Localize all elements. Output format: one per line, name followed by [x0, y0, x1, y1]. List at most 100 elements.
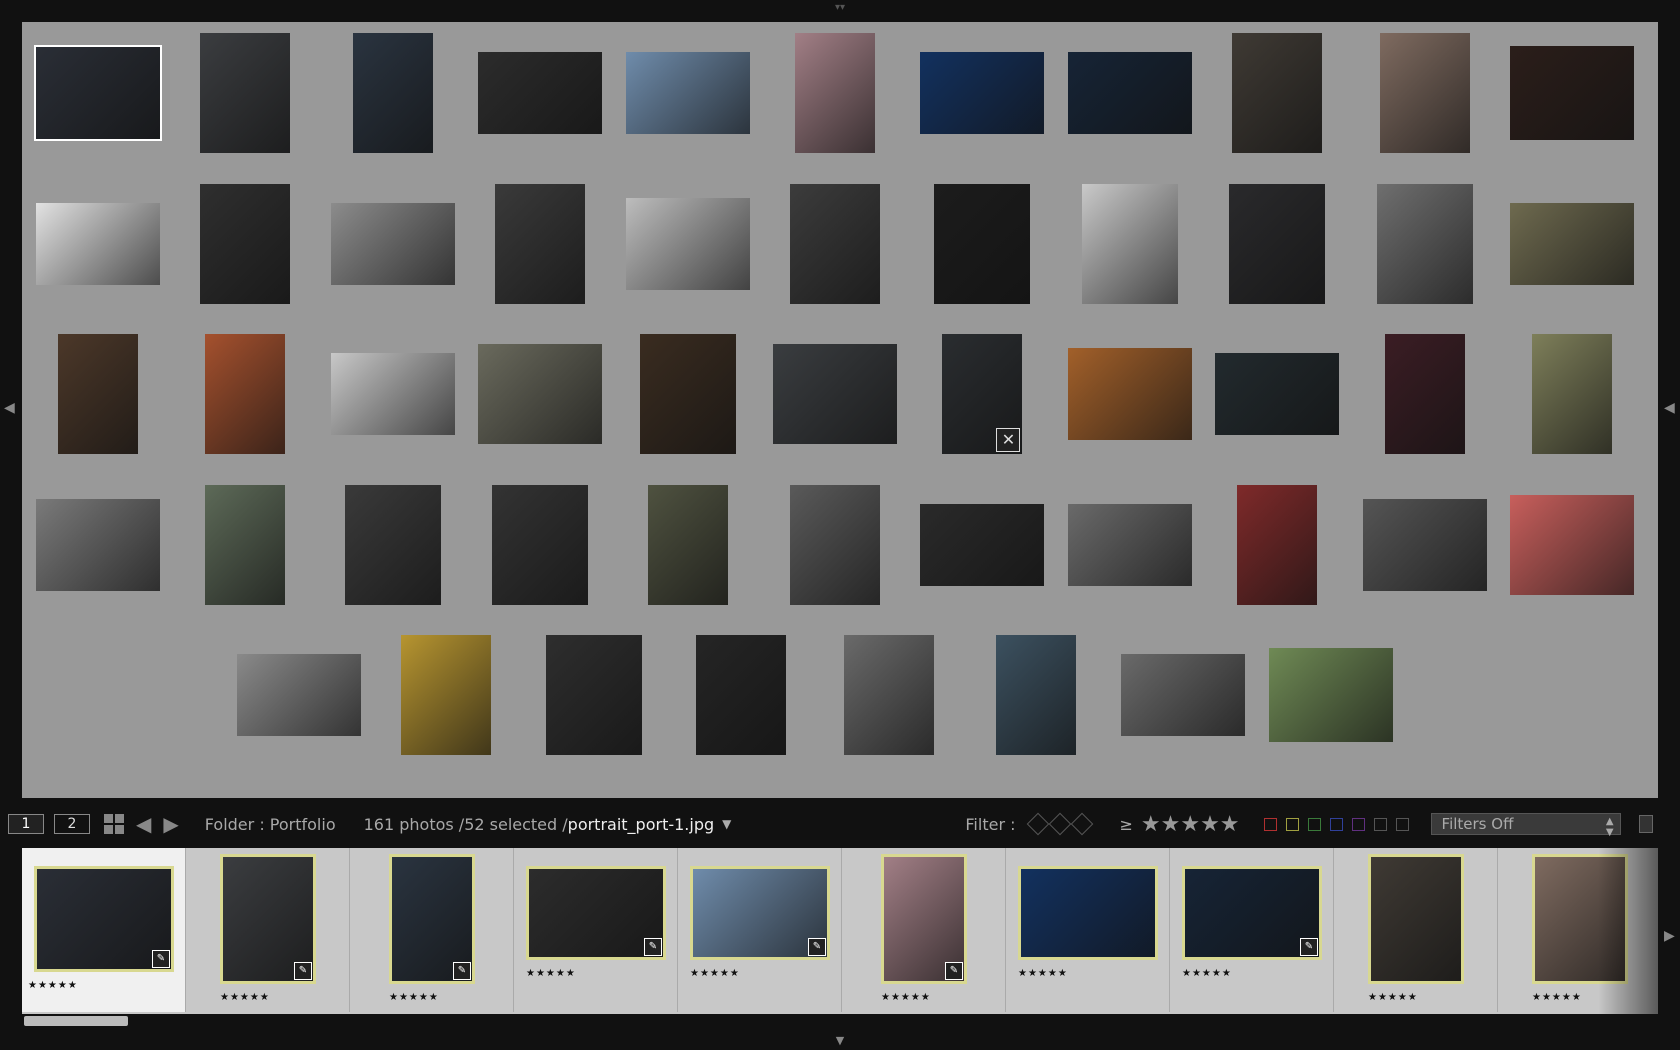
color-blue-icon[interactable] — [1329, 817, 1343, 831]
grid-cell[interactable] — [25, 329, 171, 459]
reject-flag-icon[interactable]: ✕ — [996, 428, 1021, 452]
folder-label[interactable]: Folder : Portfolio — [205, 815, 336, 834]
photo-thumbnail[interactable] — [625, 52, 750, 134]
grid-cell[interactable] — [1258, 630, 1404, 760]
grid-cell[interactable] — [615, 329, 761, 459]
grid-cell[interactable] — [1499, 28, 1645, 158]
grid-cell[interactable] — [1204, 329, 1350, 459]
photo-thumbnail[interactable] — [795, 33, 875, 153]
photo-thumbnail[interactable] — [1237, 485, 1318, 605]
panel-toggle-top-icon[interactable]: ▾▾ — [832, 2, 848, 16]
grid-cell[interactable] — [320, 480, 466, 610]
filmstrip-item[interactable]: ✎ ★★★★★ — [186, 848, 350, 1012]
filmstrip-thumbnail[interactable] — [1018, 866, 1158, 960]
photo-thumbnail[interactable] — [843, 635, 934, 755]
photo-thumbnail[interactable] — [1121, 654, 1246, 736]
filmstrip-item[interactable]: ★★★★★ — [1334, 848, 1498, 1012]
photo-thumbnail[interactable] — [790, 485, 880, 605]
grid-cell[interactable] — [172, 329, 318, 459]
photo-thumbnail[interactable] — [1081, 184, 1178, 304]
photo-thumbnail[interactable] — [1532, 334, 1612, 454]
grid-cell[interactable] — [1204, 480, 1350, 610]
photo-thumbnail[interactable] — [200, 184, 291, 304]
filmstrip-item[interactable]: ★★★★★ — [1006, 848, 1170, 1012]
color-red-icon[interactable] — [1263, 817, 1277, 831]
grid-cell[interactable] — [1057, 28, 1203, 158]
file-menu-caret-icon[interactable]: ▼ — [722, 817, 731, 831]
photo-thumbnail[interactable] — [200, 33, 291, 153]
photo-thumbnail[interactable] — [1229, 184, 1326, 304]
color-none-icon[interactable] — [1373, 817, 1387, 831]
photo-thumbnail[interactable] — [920, 52, 1045, 134]
grid-cell[interactable]: ✕ — [909, 329, 1055, 459]
panel-toggle-left-icon[interactable]: ◀ — [4, 400, 15, 416]
photo-thumbnail[interactable] — [478, 344, 603, 444]
photo-thumbnail[interactable] — [1067, 52, 1192, 134]
grid-cell[interactable] — [762, 28, 908, 158]
photo-thumbnail[interactable] — [237, 654, 361, 736]
grid-cell[interactable] — [668, 630, 814, 760]
flag-filter[interactable] — [1026, 812, 1093, 836]
filters-select[interactable]: Filters Off ▲ ▼ — [1430, 813, 1621, 838]
photo-thumbnail[interactable] — [1232, 33, 1323, 153]
grid-cell[interactable] — [615, 179, 761, 309]
color-purple-icon[interactable] — [1351, 817, 1365, 831]
color-yellow-icon[interactable] — [1285, 817, 1299, 831]
grid-cell[interactable] — [762, 329, 908, 459]
photo-thumbnail[interactable] — [790, 184, 880, 304]
grid-cell[interactable] — [25, 179, 171, 309]
flag-unflagged-icon[interactable] — [1048, 812, 1071, 836]
rating-comparison[interactable]: ≥ — [1120, 815, 1133, 834]
grid-cell[interactable] — [1352, 28, 1498, 158]
photo-thumbnail[interactable] — [934, 184, 1031, 304]
photo-thumbnail[interactable] — [34, 45, 162, 141]
grid-cell[interactable] — [1499, 329, 1645, 459]
photo-thumbnail[interactable] — [1510, 46, 1634, 140]
photo-thumbnail[interactable] — [625, 198, 750, 290]
grid-cell[interactable] — [816, 630, 962, 760]
grid-cell[interactable] — [909, 28, 1055, 158]
panel-toggle-bottom-icon[interactable]: ▼ — [832, 1034, 848, 1048]
filmstrip-item[interactable]: ✎ ★★★★★ — [842, 848, 1006, 1012]
grid-cell[interactable] — [467, 28, 613, 158]
grid-cell[interactable] — [1057, 329, 1203, 459]
photo-thumbnail[interactable] — [1268, 648, 1393, 742]
photo-thumbnail[interactable] — [352, 33, 433, 153]
photo-thumbnail[interactable] — [1067, 348, 1192, 440]
grid-cell[interactable] — [1057, 179, 1203, 309]
grid-cell[interactable] — [615, 480, 761, 610]
grid-cell[interactable] — [521, 630, 667, 760]
grid-cell[interactable] — [320, 329, 466, 459]
photo-thumbnail[interactable] — [920, 504, 1045, 586]
filmstrip-item[interactable]: ✎ ★★★★★ — [22, 848, 186, 1012]
flag-reject-icon[interactable] — [1070, 812, 1093, 836]
grid-cell[interactable] — [172, 480, 318, 610]
rating-filter-stars[interactable]: ★★★★★ — [1141, 812, 1240, 837]
back-arrow-icon[interactable]: ◀ — [136, 812, 151, 836]
color-green-icon[interactable] — [1307, 817, 1321, 831]
grid-cell[interactable] — [1499, 179, 1645, 309]
color-other-icon[interactable] — [1395, 817, 1409, 831]
grid-cell[interactable] — [909, 480, 1055, 610]
grid-cell[interactable] — [373, 630, 519, 760]
photo-thumbnail[interactable] — [344, 485, 441, 605]
photo-thumbnail[interactable] — [330, 353, 455, 435]
photo-thumbnail[interactable] — [639, 334, 736, 454]
filmstrip-item[interactable]: ✎ ★★★★★ — [350, 848, 514, 1012]
grid-cell[interactable] — [1057, 480, 1203, 610]
photo-thumbnail[interactable] — [773, 344, 897, 444]
grid-cell[interactable] — [467, 179, 613, 309]
grid-cell[interactable] — [320, 28, 466, 158]
grid-cell[interactable] — [762, 179, 908, 309]
filmstrip-item[interactable]: ✎ ★★★★★ — [1170, 848, 1334, 1012]
grid-view-icon[interactable] — [104, 814, 124, 834]
grid-cell[interactable] — [1352, 480, 1498, 610]
grid-cell[interactable] — [25, 480, 171, 610]
photo-thumbnail[interactable] — [1067, 504, 1192, 586]
color-label-filter[interactable] — [1263, 817, 1409, 831]
grid-cell[interactable] — [615, 28, 761, 158]
grid-cell[interactable] — [467, 329, 613, 459]
filmstrip-toggle-right-icon[interactable]: ▶ — [1664, 928, 1675, 944]
grid-cell[interactable] — [762, 480, 908, 610]
panel-toggle-right-icon[interactable]: ◀ — [1664, 400, 1675, 416]
